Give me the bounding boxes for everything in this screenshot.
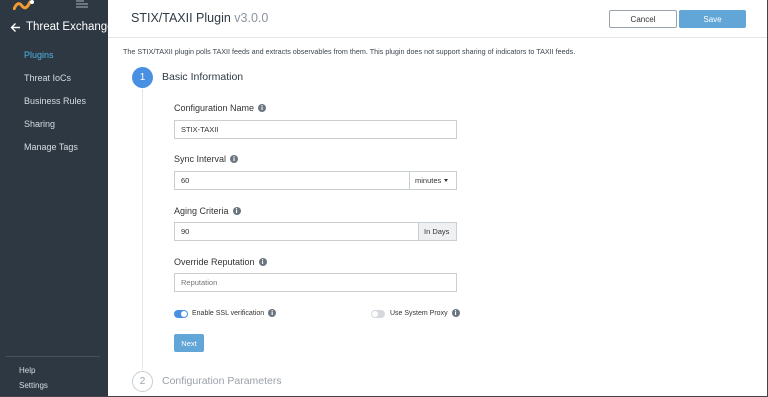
back-arrow-icon[interactable] [10,22,21,33]
aging-criteria-suffix: In Days [418,222,457,241]
sidebar-item-business-rules[interactable]: Business Rules [24,94,86,117]
save-button[interactable]: Save [679,10,746,28]
netskope-logo [13,0,34,10]
ssl-verification-label-text: Enable SSL verification [192,309,265,317]
toggle-knob [372,311,378,317]
plugin-version: v3.0.0 [234,11,269,25]
override-reputation-label-text: Override Reputation [174,257,255,267]
page-header: STIX/TAXII Plugin v3.0.0 Cancel Save [108,0,768,38]
ssl-verification-label: Enable SSL verification i [192,309,277,317]
info-icon[interactable]: i [232,207,241,215]
info-icon[interactable]: i [451,309,460,317]
stepper-line [142,89,143,370]
sync-interval-unit-value: minutes [415,176,442,185]
override-reputation-label: Override Reputation i [174,257,267,267]
sidebar-item-manage-tags[interactable]: Manage Tags [24,140,86,163]
sidebar-nav: Plugins Threat IoCs Business Rules Shari… [24,48,86,163]
config-name-label-text: Configuration Name [174,103,255,113]
override-reputation-input[interactable] [174,273,457,292]
info-icon[interactable]: i [258,258,267,266]
aging-criteria-input[interactable] [174,222,419,241]
system-proxy-label-text: Use System Proxy [390,309,448,317]
back-to-threat-exchange[interactable]: Threat Exchange [10,21,114,33]
next-button[interactable]: Next [174,334,204,352]
step-1-title: Basic Information [162,71,244,83]
aging-criteria-label: Aging Criteria i [174,206,241,216]
sidebar-item-settings[interactable]: Settings [19,381,48,390]
ssl-verification-toggle[interactable] [174,310,188,318]
sidebar: Threat Exchange Plugins Threat IoCs Busi… [0,0,114,397]
config-name-label: Configuration Name i [174,103,267,113]
collapse-menu-icon[interactable] [76,0,88,8]
info-icon[interactable]: i [230,155,239,163]
chevron-down-icon [444,179,449,182]
sidebar-item-help[interactable]: Help [19,366,35,375]
aging-criteria-label-text: Aging Criteria [174,206,229,216]
toggle-knob [181,311,187,317]
info-icon[interactable]: i [258,104,267,112]
info-icon[interactable]: i [268,309,277,317]
system-proxy-toggle[interactable] [371,310,385,318]
plugin-description: The STIX/TAXII plugin polls TAXII feeds … [123,47,576,56]
sidebar-divider [6,356,100,357]
system-proxy-label: Use System Proxy i [390,309,460,317]
step-2-indicator: 2 [132,371,153,392]
page-title: STIX/TAXII Plugin v3.0.0 [131,11,268,25]
sidebar-item-sharing[interactable]: Sharing [24,117,86,140]
sidebar-item-plugins[interactable]: Plugins [24,48,86,71]
sync-interval-unit-select[interactable]: minutes [409,171,457,190]
config-name-input[interactable] [174,120,457,139]
sidebar-item-threat-iocs[interactable]: Threat IoCs [24,71,86,94]
sync-interval-label: Sync Interval i [174,154,239,164]
sidebar-brand-title: Threat Exchange [26,21,114,33]
step-1-indicator: 1 [132,67,153,88]
step-2-title: Configuration Parameters [162,375,282,387]
sync-interval-label-text: Sync Interval [174,154,227,164]
cancel-button[interactable]: Cancel [609,10,677,28]
plugin-name: STIX/TAXII Plugin [131,11,231,25]
sync-interval-input[interactable] [174,171,410,190]
